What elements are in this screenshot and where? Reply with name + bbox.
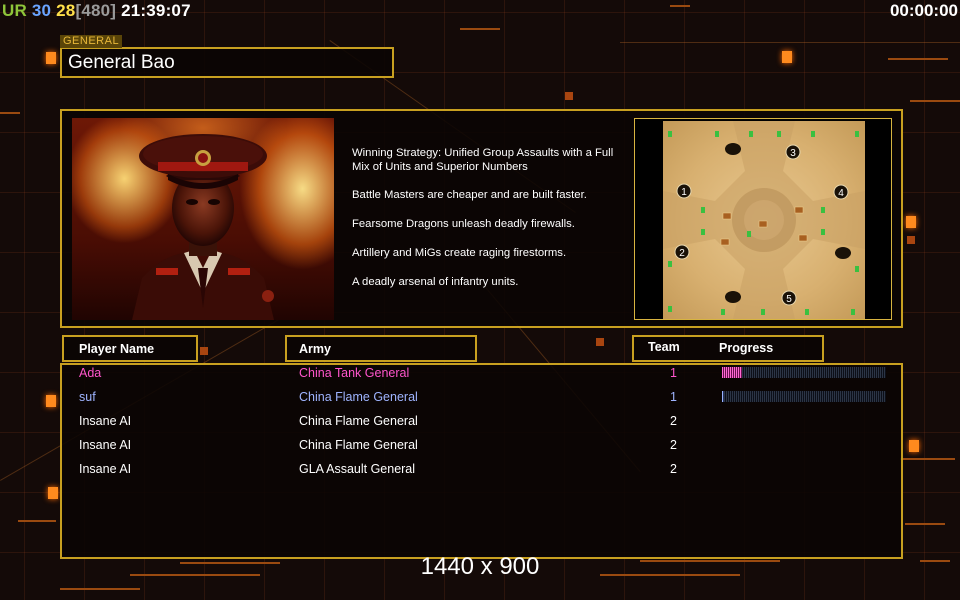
start-position-label: 3 (790, 148, 796, 159)
strategy-line: Artillery and MiGs create raging firesto… (352, 247, 567, 259)
player-name: Insane AI (79, 438, 132, 452)
background-dash (888, 58, 948, 60)
start-position-1: 1 (676, 183, 692, 199)
background-dash (60, 588, 140, 590)
start-position-label: 5 (786, 294, 792, 305)
background-light (565, 92, 573, 100)
player-army: China Flame General (299, 438, 418, 452)
background-light (906, 216, 916, 228)
background-light (907, 236, 915, 244)
background-light (48, 487, 58, 499)
player-name: suf (79, 390, 96, 404)
strategy-line: Battle Masters are cheaper and are built… (352, 189, 587, 201)
background-dash (910, 100, 960, 102)
start-position-label: 1 (681, 187, 687, 198)
player-progress-fill (722, 391, 724, 402)
header-player-name: Player Name (79, 342, 155, 356)
background-light (596, 338, 604, 346)
start-position-3: 3 (785, 144, 801, 160)
background-dash (670, 5, 690, 7)
background-dash (460, 28, 500, 30)
map-image: 1 2 3 4 5 (663, 121, 865, 319)
background-light (46, 52, 56, 64)
player-progress-bar (722, 391, 886, 402)
player-team: 2 (670, 438, 677, 452)
player-team: 2 (670, 414, 677, 428)
player-name: Insane AI (79, 462, 132, 476)
player-name: Insane AI (79, 414, 132, 428)
header-army: Army (299, 342, 331, 356)
start-position-label: 4 (838, 188, 844, 199)
hud-clock: 21:39:07 (121, 1, 191, 20)
game-timer: 00:00:00 (889, 1, 958, 20)
player-team: 2 (670, 462, 677, 476)
background-light (782, 51, 792, 63)
player-army: China Flame General (299, 390, 418, 404)
player-name: Ada (79, 366, 102, 380)
header-team: Team (648, 340, 680, 354)
start-position-5: 5 (781, 290, 797, 306)
hud-value-a: 30 (31, 1, 52, 20)
start-position-2: 2 (674, 244, 690, 260)
map-preview: 1 2 3 4 5 (634, 118, 892, 320)
hud-ur-label: UR (2, 1, 27, 20)
general-name: General Bao (68, 52, 175, 73)
background-light (200, 347, 208, 355)
strategy-line: Fearsome Dragons unleash deadly firewall… (352, 218, 575, 230)
player-army: China Tank General (299, 366, 410, 380)
background-dash (905, 523, 945, 525)
player-army: GLA Assault General (299, 462, 416, 476)
general-tag: GENERAL (60, 35, 123, 48)
player-army: China Flame General (299, 414, 418, 428)
start-position-label: 2 (679, 248, 685, 259)
strategy-text: Winning Strategy: Unified Group Assaults… (352, 146, 627, 304)
strategy-line: A deadly arsenal of infantry units. (352, 276, 519, 288)
hud-value-b: 28 (56, 1, 76, 20)
fps-counter: UR 30 28[480] 21:39:07 (2, 1, 191, 21)
background-dash (0, 112, 20, 114)
resolution-label: 1440 x 900 (420, 553, 540, 580)
general-portrait (72, 118, 334, 320)
background-light (46, 395, 56, 407)
hud-bracket-value: [480] (75, 1, 117, 20)
background-dash (900, 458, 955, 460)
player-team: 1 (670, 366, 677, 380)
player-team: 1 (670, 390, 677, 404)
strategy-line: Winning Strategy: Unified Group Assaults… (352, 147, 614, 173)
general-portrait-image (132, 134, 274, 320)
background-light (909, 440, 919, 452)
player-progress-fill (722, 367, 742, 378)
header-progress: Progress (719, 341, 774, 355)
background-dash (18, 520, 56, 522)
start-position-4: 4 (833, 184, 849, 200)
background-line (620, 42, 960, 43)
player-progress-bar (722, 367, 886, 378)
